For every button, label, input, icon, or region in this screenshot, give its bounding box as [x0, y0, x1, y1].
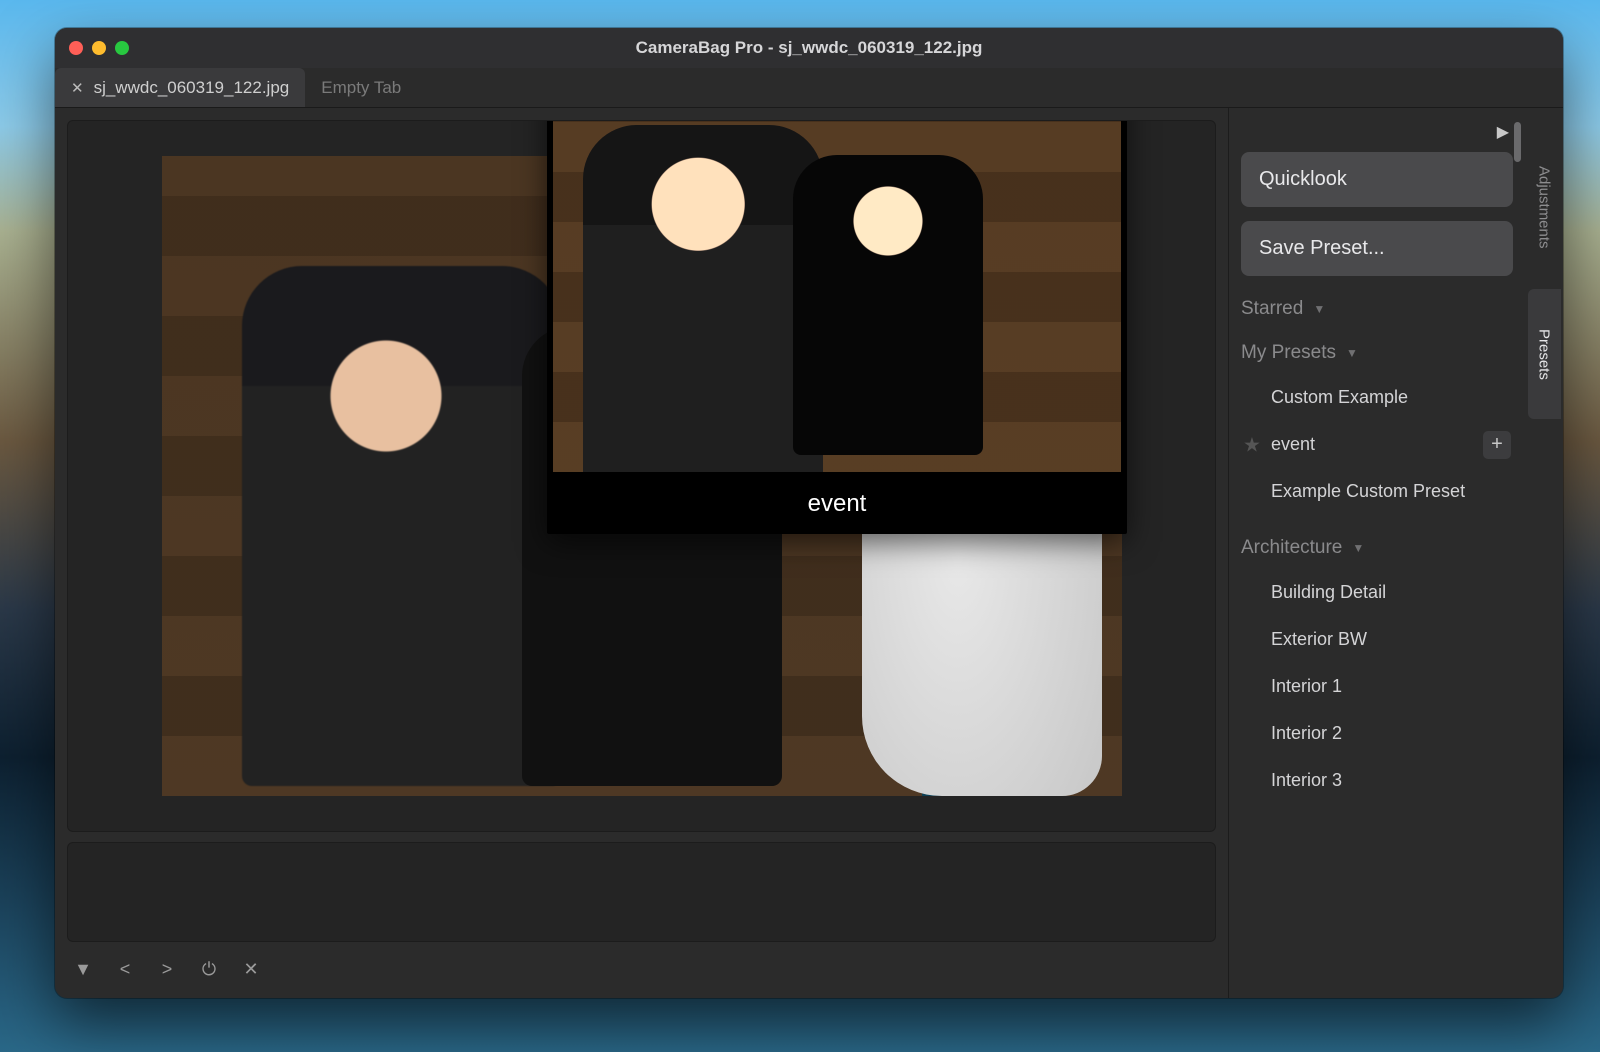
preset-item[interactable]: Example Custom Preset	[1241, 468, 1513, 515]
section-label: My Presets	[1241, 342, 1336, 364]
preset-preview-overlay: event	[547, 120, 1127, 534]
clear-icon[interactable]: ✕	[241, 959, 261, 980]
section-architecture[interactable]: Architecture ▼	[1241, 537, 1513, 559]
footer-toolbar: ▼ < > ⏻ ✕	[67, 952, 1216, 986]
add-preset-icon[interactable]: +	[1483, 431, 1511, 459]
minimize-window-button[interactable]	[92, 41, 106, 55]
presets-panel: ▶ Quicklook Save Preset... Starred ▼ My …	[1229, 108, 1525, 998]
document-tab[interactable]: ✕ sj_wwdc_060319_122.jpg	[55, 68, 305, 107]
tab-presets[interactable]: Presets	[1528, 289, 1561, 420]
tab-label: Empty Tab	[321, 78, 401, 98]
next-icon[interactable]: >	[157, 959, 177, 980]
architecture-list: Building Detail Exterior BW Interior 1 I…	[1241, 569, 1513, 804]
scrollbar-thumb[interactable]	[1514, 122, 1521, 162]
chevron-down-icon: ▼	[1352, 541, 1364, 555]
close-window-button[interactable]	[69, 41, 83, 55]
preset-preview-thumbnail	[553, 120, 1121, 472]
preset-item[interactable]: Interior 1	[1241, 663, 1513, 710]
titlebar: CameraBag Pro - sj_wwdc_060319_122.jpg	[55, 28, 1563, 68]
tab-label: sj_wwdc_060319_122.jpg	[94, 78, 290, 98]
quicklook-button[interactable]: Quicklook	[1241, 152, 1513, 207]
workarea: event ▼ < > ⏻ ✕ ▶ Quicklook Save Preset.…	[55, 108, 1563, 998]
preset-item[interactable]: Interior 2	[1241, 710, 1513, 757]
preset-item[interactable]: Interior 3	[1241, 757, 1513, 804]
filmstrip[interactable]	[67, 842, 1216, 942]
window-title: CameraBag Pro - sj_wwdc_060319_122.jpg	[55, 38, 1563, 58]
app-window: CameraBag Pro - sj_wwdc_060319_122.jpg ✕…	[55, 28, 1563, 998]
section-starred[interactable]: Starred ▼	[1241, 298, 1513, 320]
preset-item[interactable]: Custom Example	[1241, 374, 1513, 421]
star-icon[interactable]: ★	[1243, 432, 1261, 457]
tab-adjustments[interactable]: Adjustments	[1528, 126, 1561, 289]
traffic-lights	[69, 41, 129, 55]
save-preset-button[interactable]: Save Preset...	[1241, 221, 1513, 276]
preset-item[interactable]: Exterior BW	[1241, 616, 1513, 663]
section-my-presets[interactable]: My Presets ▼	[1241, 342, 1513, 364]
play-forward-icon[interactable]: ▶	[1241, 122, 1513, 142]
prev-icon[interactable]: <	[115, 959, 135, 980]
document-tab-empty[interactable]: Empty Tab	[305, 68, 417, 107]
preset-item[interactable]: Building Detail	[1241, 569, 1513, 616]
section-label: Architecture	[1241, 537, 1342, 559]
right-vertical-tabs: Adjustments Presets	[1525, 108, 1563, 998]
section-label: Starred	[1241, 298, 1303, 320]
zoom-window-button[interactable]	[115, 41, 129, 55]
tab-bar: ✕ sj_wwdc_060319_122.jpg Empty Tab	[55, 68, 1563, 108]
right-sidebar: ▶ Quicklook Save Preset... Starred ▼ My …	[1228, 108, 1563, 998]
preset-preview-label: event	[547, 478, 1127, 534]
power-icon[interactable]: ⏻	[199, 959, 219, 980]
my-presets-list: Custom Example ★ event + Example Custom …	[1241, 374, 1513, 515]
preset-item-label: event	[1271, 434, 1315, 454]
expand-down-icon[interactable]: ▼	[73, 959, 93, 980]
close-tab-icon[interactable]: ✕	[71, 79, 84, 97]
image-canvas[interactable]: event	[67, 120, 1216, 832]
preset-item-selected[interactable]: ★ event +	[1241, 421, 1513, 468]
chevron-down-icon: ▼	[1346, 346, 1358, 360]
main-panel: event ▼ < > ⏻ ✕	[55, 108, 1228, 998]
chevron-down-icon: ▼	[1313, 302, 1325, 316]
